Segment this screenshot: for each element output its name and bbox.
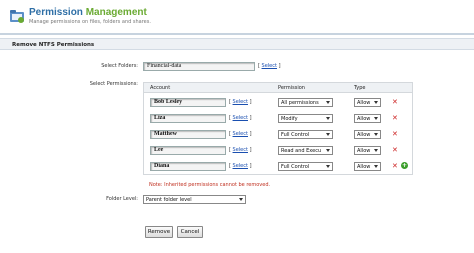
column-header-type: Type <box>354 85 366 91</box>
type-dropdown[interactable]: Allow <box>354 146 381 155</box>
header-divider <box>0 33 474 35</box>
select-account-link[interactable]: [ Select ] <box>229 131 252 137</box>
column-header-permission: Permission <box>278 85 305 91</box>
page-header: Permission Management Manage permissions… <box>0 0 474 33</box>
select-folders-label: Select Folders: <box>101 63 138 69</box>
page-title: Permission Management <box>29 7 147 18</box>
select-account-link-text[interactable]: Select <box>233 115 248 121</box>
title-part-1: Permission <box>29 7 83 18</box>
add-plus-icon[interactable]: + <box>401 162 408 169</box>
folder-permission-icon <box>10 10 24 23</box>
type-dropdown[interactable]: Allow <box>354 162 381 171</box>
account-field[interactable]: Diana <box>150 162 226 171</box>
select-account-link-text[interactable]: Select <box>233 163 248 169</box>
type-dropdown[interactable]: Allow <box>354 114 381 123</box>
select-account-link[interactable]: [ Select ] <box>229 115 252 121</box>
delete-x-icon[interactable]: ✕ <box>392 146 398 154</box>
account-field[interactable]: Liza <box>150 114 226 123</box>
account-field[interactable]: Lee <box>150 146 226 155</box>
select-account-link[interactable]: [ Select ] <box>229 147 252 153</box>
select-account-link-text[interactable]: Select <box>233 147 248 153</box>
type-dropdown[interactable]: Allow <box>354 98 381 107</box>
select-folders-link-text[interactable]: Select <box>262 63 277 69</box>
account-field[interactable]: Bob Lesley <box>150 98 226 107</box>
select-folders-link[interactable]: [ Select ] <box>258 63 281 69</box>
folder-level-label: Folder Level: <box>106 196 138 202</box>
remove-button[interactable]: Remove <box>145 226 173 238</box>
delete-x-icon[interactable]: ✕ <box>392 114 398 122</box>
column-header-account: Account <box>150 85 171 91</box>
cancel-button[interactable]: Cancel <box>177 226 203 238</box>
inherited-note: Note: Inherited permissions cannot be re… <box>149 182 271 188</box>
table-row: Bob Lesley [ Select ] All permissions Al… <box>144 95 412 111</box>
table-row: Lee [ Select ] Read and Execu Allow ✕ <box>144 143 412 159</box>
permission-dropdown[interactable]: Modify <box>278 114 333 123</box>
permissions-table: Account Permission Type Bob Lesley [ Sel… <box>143 82 413 175</box>
permission-dropdown[interactable]: All permissions <box>278 98 333 107</box>
table-row: Diana [ Select ] Full Control Allow ✕ + <box>144 159 412 175</box>
folders-field[interactable]: Financial-data <box>143 62 255 71</box>
permission-dropdown[interactable]: Full Control <box>278 162 333 171</box>
delete-x-icon[interactable]: ✕ <box>392 162 398 170</box>
type-dropdown[interactable]: Allow <box>354 130 381 139</box>
folder-level-dropdown[interactable]: Parent folder level <box>143 195 246 204</box>
permissions-table-header: Account Permission Type <box>144 83 412 93</box>
permission-dropdown[interactable]: Full Control <box>278 130 333 139</box>
select-account-link[interactable]: [ Select ] <box>229 99 252 105</box>
select-account-link-text[interactable]: Select <box>233 131 248 137</box>
table-row: Matthew [ Select ] Full Control Allow ✕ <box>144 127 412 143</box>
select-account-link-text[interactable]: Select <box>233 99 248 105</box>
select-account-link[interactable]: [ Select ] <box>229 163 252 169</box>
page-subtitle: Manage permissions on files, folders and… <box>29 19 151 25</box>
table-row: Liza [ Select ] Modify Allow ✕ <box>144 111 412 127</box>
select-permissions-label: Select Permissions: <box>89 81 138 87</box>
permission-dropdown[interactable]: Read and Execu <box>278 146 333 155</box>
delete-x-icon[interactable]: ✕ <box>392 98 398 106</box>
title-part-2: Management <box>85 7 147 18</box>
account-field[interactable]: Matthew <box>150 130 226 139</box>
delete-x-icon[interactable]: ✕ <box>392 130 398 138</box>
section-title: Remove NTFS Permissions <box>0 38 474 50</box>
